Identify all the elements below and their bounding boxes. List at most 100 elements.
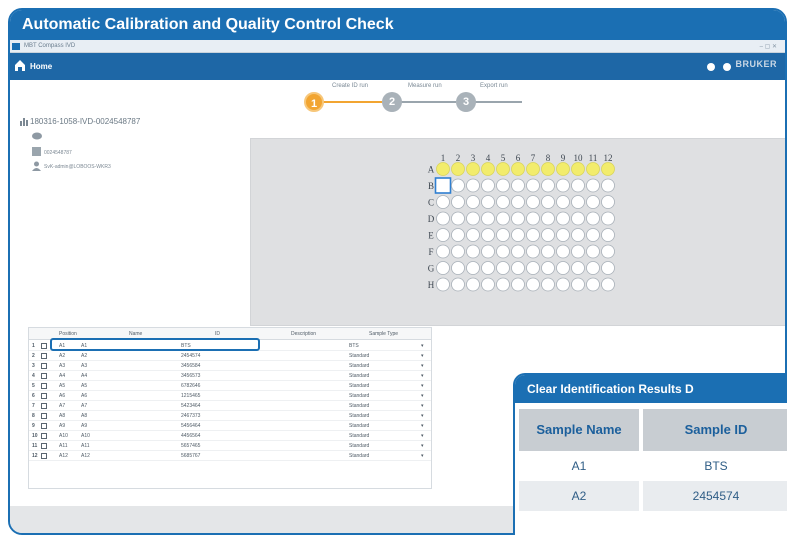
step-2-circle[interactable]: 2 (382, 92, 402, 112)
plate-well-empty[interactable] (541, 277, 555, 292)
chevron-down-icon[interactable]: ▾ (421, 383, 424, 389)
cell-sample-type[interactable]: Standard (349, 353, 369, 359)
plate-well-empty[interactable] (466, 261, 480, 275)
plate-well-empty[interactable] (451, 228, 465, 242)
plate-well-empty[interactable] (511, 277, 525, 292)
plate-well-filled[interactable] (451, 162, 465, 176)
plate-well-empty[interactable] (451, 195, 465, 209)
plate-well-filled[interactable] (556, 162, 570, 176)
plate-well-empty[interactable] (526, 228, 540, 242)
plate-well-empty[interactable] (571, 178, 585, 193)
plate-well-empty[interactable] (466, 195, 480, 209)
chevron-down-icon[interactable]: ▾ (421, 363, 424, 369)
cell-sample-type[interactable]: Standard (349, 413, 369, 419)
plate-well-empty[interactable] (556, 277, 570, 292)
plate-well-filled[interactable] (511, 162, 525, 176)
plate-well-empty[interactable] (466, 211, 480, 226)
plate-well-empty[interactable] (586, 228, 600, 242)
cell-sample-type[interactable]: Standard (349, 373, 369, 379)
plate-well-empty[interactable] (526, 211, 540, 226)
plate-well-empty[interactable] (601, 178, 615, 193)
plate-well-empty[interactable] (541, 178, 555, 193)
plate-well-empty[interactable] (496, 244, 510, 259)
table-row[interactable]: 7 A7 A7 5423464 Standard ▾ (29, 401, 431, 411)
plate-well-filled[interactable] (481, 162, 495, 176)
table-row[interactable]: 9 A9 A9 5456464 Standard ▾ (29, 421, 431, 431)
chevron-down-icon[interactable]: ▾ (421, 443, 424, 449)
chevron-down-icon[interactable]: ▾ (421, 373, 424, 379)
plate-well-empty[interactable] (496, 277, 510, 292)
cell-name[interactable]: A2 (81, 353, 87, 359)
row-checkbox[interactable] (41, 433, 47, 439)
row-checkbox[interactable] (41, 363, 47, 369)
chevron-down-icon[interactable]: ▾ (421, 403, 424, 409)
plate-well-empty[interactable] (481, 228, 495, 242)
plate-well-empty[interactable] (496, 211, 510, 226)
plate-well-empty[interactable] (601, 261, 615, 275)
col-header-description[interactable]: Description (291, 331, 316, 337)
plate-well-filled[interactable] (466, 162, 480, 176)
plate-well-empty[interactable] (526, 244, 540, 259)
table-row[interactable]: 2 A2 A2 2454574 Standard ▾ (29, 351, 431, 361)
plate-well-empty[interactable] (571, 195, 585, 209)
plate-well-empty[interactable] (496, 195, 510, 209)
table-row[interactable]: 5 A5 A5 6782646 Standard ▾ (29, 381, 431, 391)
cell-id[interactable]: 4456564 (181, 433, 200, 439)
step-3-circle[interactable]: 3 (456, 92, 476, 112)
plate-well-empty[interactable] (511, 195, 525, 209)
cell-id[interactable]: 3456573 (181, 373, 200, 379)
home-icon[interactable] (13, 58, 27, 72)
table-row[interactable]: 3 A3 A3 3456584 Standard ▾ (29, 361, 431, 371)
plate-well-empty[interactable] (601, 244, 615, 259)
plate-well-empty[interactable] (526, 195, 540, 209)
plate-well-empty[interactable] (541, 211, 555, 226)
plate-well-empty[interactable] (556, 178, 570, 193)
plate-well-empty[interactable] (586, 195, 600, 209)
window-controls[interactable]: – ▢ ✕ (760, 43, 777, 50)
plate-well-empty[interactable] (511, 178, 525, 193)
cell-sample-type[interactable]: Standard (349, 443, 369, 449)
plate-well-empty[interactable] (451, 261, 465, 275)
cell-name[interactable]: A3 (81, 363, 87, 369)
plate-well-empty[interactable] (436, 228, 450, 242)
table-row[interactable]: 8 A8 A8 2467373 Standard ▾ (29, 411, 431, 421)
plate-well-empty[interactable] (571, 228, 585, 242)
plate-well-empty[interactable] (556, 261, 570, 275)
plate-well-empty[interactable] (436, 244, 450, 259)
plate-well-empty[interactable] (541, 195, 555, 209)
cell-sample-type[interactable]: Standard (349, 403, 369, 409)
plate-well-empty[interactable] (586, 244, 600, 259)
plate-well-empty[interactable] (526, 178, 540, 193)
cell-id[interactable]: 2454574 (181, 353, 200, 359)
plate-well-grid[interactable]: 1 2 3 4 5 6 7 8 9 10 11 12ABCDEFGH (251, 139, 787, 327)
plate-well-empty[interactable] (601, 195, 615, 209)
cell-sample-type[interactable]: Standard (349, 363, 369, 369)
plate-well-empty[interactable] (571, 277, 585, 292)
chevron-down-icon[interactable]: ▾ (421, 353, 424, 359)
cell-id[interactable]: 5456464 (181, 423, 200, 429)
row-checkbox[interactable] (41, 393, 47, 399)
cell-id[interactable]: 5685767 (181, 453, 200, 459)
plate-well-empty[interactable] (496, 228, 510, 242)
plate-well-empty[interactable] (481, 244, 495, 259)
cell-id[interactable]: 2467373 (181, 413, 200, 419)
plate-well-filled[interactable] (496, 162, 510, 176)
plate-well-filled[interactable] (601, 162, 615, 176)
table-row[interactable]: 6 A6 A6 1215465 Standard ▾ (29, 391, 431, 401)
cell-id[interactable]: 5423464 (181, 403, 200, 409)
plate-well-empty[interactable] (601, 211, 615, 226)
plate-well-empty[interactable] (511, 228, 525, 242)
plate-well-empty[interactable] (496, 178, 510, 193)
cell-name[interactable]: A10 (81, 433, 90, 439)
plate-well-empty[interactable] (451, 277, 465, 292)
plate-well-empty[interactable] (496, 261, 510, 275)
chevron-down-icon[interactable]: ▾ (421, 423, 424, 429)
plate-well-empty[interactable] (481, 211, 495, 226)
plate-well-empty[interactable] (541, 228, 555, 242)
plate-well-empty[interactable] (451, 244, 465, 259)
plate-well-empty[interactable] (586, 178, 600, 193)
plate-well-empty[interactable] (556, 244, 570, 259)
row-checkbox[interactable] (41, 343, 47, 349)
help-icon[interactable] (707, 63, 715, 71)
plate-well-empty[interactable] (481, 277, 495, 292)
